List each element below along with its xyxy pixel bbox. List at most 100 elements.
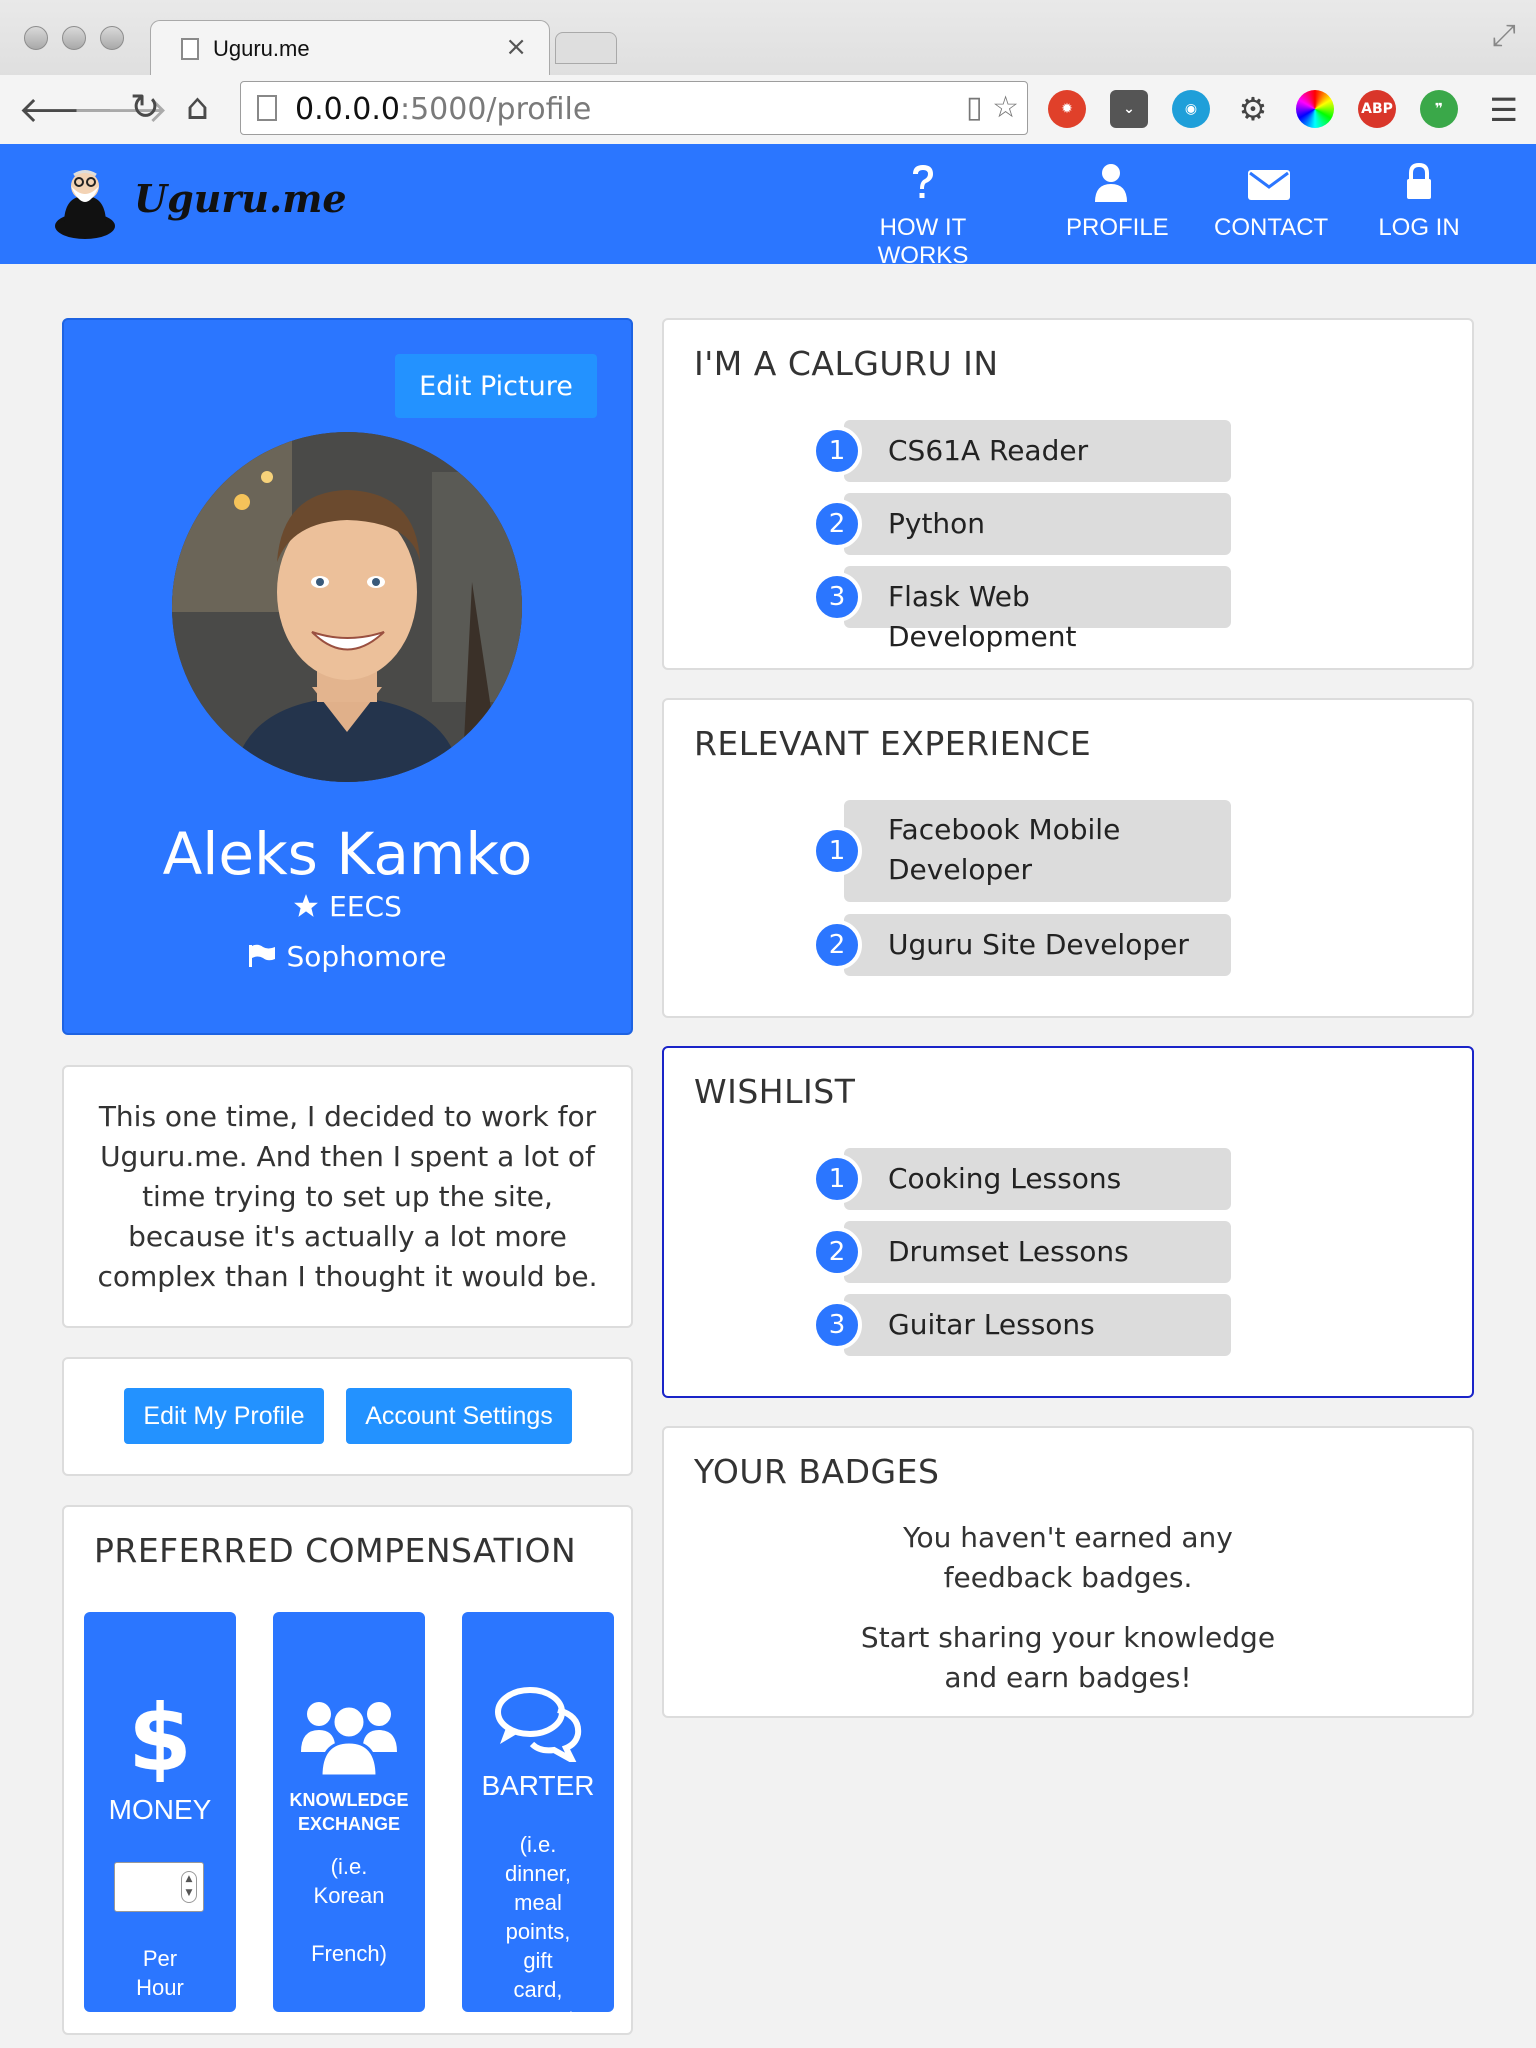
list-item[interactable]: 2 Drumset Lessons [812,1221,1231,1283]
profile-year: Sophomore [64,940,631,973]
rate-stepper[interactable]: ▲ ▼ [181,1871,197,1903]
reader-mode-icon[interactable]: ▯ [966,90,983,125]
bio-card: This one time, I decided to work for Ugu… [62,1065,633,1328]
account-settings-button[interactable]: Account Settings [346,1388,572,1444]
desc-line: (i.e. [330,1854,368,1879]
knowledge-desc: (i.e. Korean French) [283,1852,415,1968]
money-title: MONEY [108,1794,212,1825]
guru-logo-icon[interactable] [52,166,118,240]
badge-line: Start sharing your knowledge [860,1621,1276,1654]
zoom-window-button[interactable] [100,26,124,50]
minimize-window-button[interactable] [62,26,86,50]
list-number-badge: 1 [812,826,862,876]
desc-line: card, [513,1977,563,2002]
list-item[interactable]: 1 Cooking Lessons [812,1148,1231,1210]
badges-title: YOUR BADGES [694,1452,940,1491]
list-item[interactable]: 3 Flask Web Development [812,566,1231,653]
calguru-title: I'M A CALGURU IN [694,344,999,383]
address-bar[interactable]: 0.0.0.0:5000/profile ▯ ☆ [240,81,1028,135]
barter-title: BARTER [481,1770,595,1801]
list-number-badge: 1 [812,1154,862,1204]
money-option[interactable]: $ MONEY ▲ ▼ Per Hour [84,1612,236,2012]
list-item[interactable]: 2 Uguru Site Developer [812,914,1231,976]
nav-label: LOG IN [1378,214,1460,241]
profile-photo [172,432,522,782]
experience-title: RELEVANT EXPERIENCE [694,724,1092,763]
svg-text:$: $ [130,1692,190,1782]
edit-profile-button[interactable]: Edit My Profile [124,1388,324,1444]
close-window-button[interactable] [24,26,48,50]
question-icon [913,165,933,198]
hangouts-icon[interactable]: ❞ [1420,90,1458,128]
desc-line: points, [505,1919,571,1944]
nav-label: PROFILE [1066,214,1169,241]
star-icon [294,894,319,917]
adblock-label: ABP [1361,101,1393,117]
year-text: Sophomore [286,940,447,973]
title-line: KNOWLEDGE [289,1790,409,1810]
eye-icon[interactable]: ◉ [1172,90,1210,128]
list-item-label: Uguru Site Developer [888,928,1189,961]
edit-picture-button[interactable]: Edit Picture [395,354,597,418]
calguru-card: I'M A CALGURU IN 1 CS61A Reader 2 Python… [662,318,1474,670]
menu-icon[interactable]: ☰ [1489,91,1518,129]
nav-how-it-works[interactable]: HOW IT WORKS [838,162,1008,270]
group-icon [301,1702,397,1778]
list-number-badge: 2 [812,1227,862,1277]
list-item[interactable]: 1 CS61A Reader [812,420,1231,482]
money-unit: Per Hour [94,1944,226,2002]
lock-icon [1407,162,1431,199]
page-icon [181,38,199,60]
badge-line: feedback badges. [943,1561,1193,1594]
url-host: 0.0.0.0 [295,92,400,127]
browser-chrome: Uguru.me × ⤢ 🡐 🡒 ↻ ⌂ 0.0.0.0:5000/profil… [0,0,1536,144]
hourly-rate-input[interactable]: ▲ ▼ [114,1862,204,1912]
knowledge-exchange-option[interactable]: KNOWLEDGE EXCHANGE (i.e. Korean French) [273,1612,425,2012]
badges-empty-message: You haven't earned any feedback badges. [664,1518,1472,1598]
list-item[interactable]: 3 Guitar Lessons [812,1294,1231,1356]
nav-label: HOW IT WORKS [877,214,969,269]
reload-icon[interactable]: ↻ [130,87,160,128]
nav-contact[interactable]: CONTACT [1214,162,1328,242]
envelope-icon [1248,170,1290,200]
page-icon [257,95,277,121]
list-item[interactable]: 1 Facebook Mobile Developer [812,800,1231,902]
new-tab-button[interactable] [555,32,617,64]
site-logo[interactable]: Uguru.me [134,176,347,221]
fullscreen-icon[interactable]: ⤢ [1492,18,1516,53]
bio-text: This one time, I decided to work for Ugu… [97,1100,598,1293]
site-header: Uguru.me HOW IT WORKS PROFILE CONTACT LO… [0,144,1536,269]
home-icon[interactable]: ⌂ [186,87,209,128]
profile-name: Aleks Kamko [162,820,533,888]
nav-profile[interactable]: PROFILE [1066,162,1169,242]
url-text[interactable]: 0.0.0.0:5000/profile [295,92,591,127]
desc-line: dinner, [504,1861,572,1886]
list-item[interactable]: 2 Python [812,493,1231,555]
url-path: :5000/profile [399,92,592,127]
label-line: Developer [888,853,1033,886]
profile-major: EECS [64,890,631,923]
browser-tab[interactable]: Uguru.me × [150,20,550,75]
list-item-label: Cooking Lessons [888,1162,1122,1195]
list-item-label: Python [888,507,986,540]
list-item-label: Guitar Lessons [888,1308,1095,1341]
flag-icon [249,944,276,967]
unit-line: Hour [136,1975,184,2000]
color-wheel-icon[interactable] [1296,90,1334,128]
list-number-badge: 3 [812,572,862,622]
experience-card: RELEVANT EXPERIENCE 1 Facebook Mobile De… [662,698,1474,1018]
label-line: Facebook Mobile [888,813,1121,846]
pocket-icon[interactable]: ⌄ [1110,90,1148,128]
avatar[interactable] [172,432,522,782]
wishlist-title: WISHLIST [694,1072,856,1111]
gear-icon[interactable]: ⚙ [1234,90,1272,128]
sunburst-icon[interactable]: ✹ [1048,90,1086,128]
tab-close-icon[interactable]: × [505,32,527,62]
adblock-icon[interactable]: ABP [1358,90,1396,128]
bookmark-star-icon[interactable]: ☆ [992,90,1019,125]
barter-option[interactable]: BARTER (i.e. dinner, meal points, gift c… [462,1612,614,2012]
desc-line: meal [514,1890,562,1915]
nav-log-in[interactable]: LOG IN [1376,162,1462,242]
desc-line: gift [523,1948,553,1973]
dollar-icon: $ [130,1692,190,1782]
